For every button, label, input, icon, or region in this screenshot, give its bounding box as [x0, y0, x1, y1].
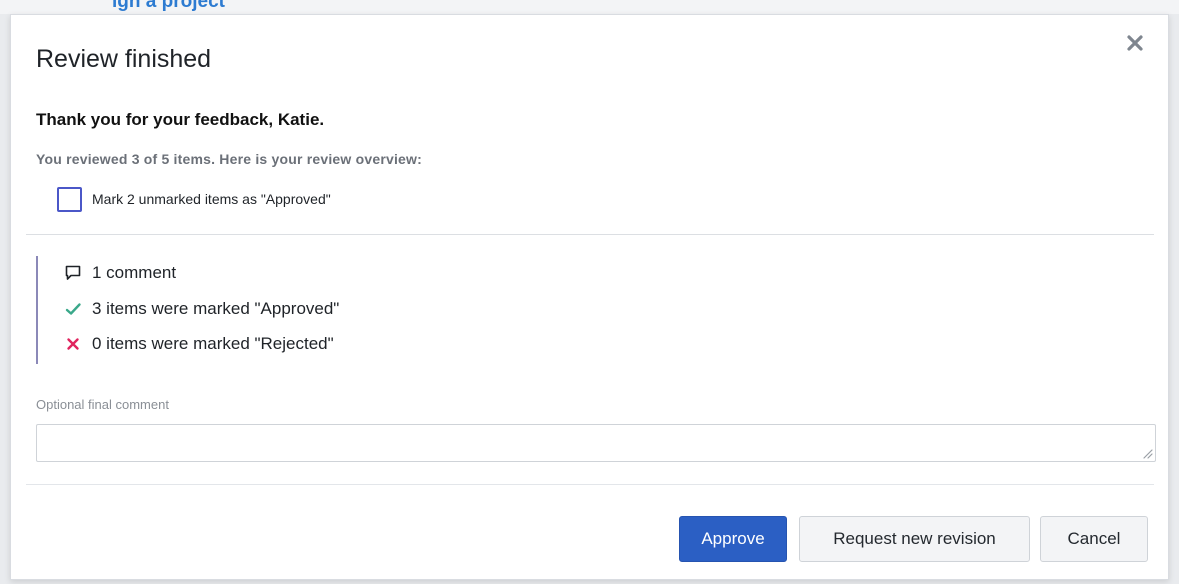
final-comment-label: Optional final comment: [36, 397, 169, 412]
background-link[interactable]: ign a project: [112, 0, 225, 13]
cross-icon: [64, 335, 82, 353]
mark-unmarked-approved-option[interactable]: Mark 2 unmarked items as "Approved": [57, 186, 331, 212]
summary-rejected-row: 0 items were marked "Rejected": [64, 332, 334, 356]
greeting-text: Thank you for your feedback, Katie.: [36, 110, 325, 129]
section-divider: [26, 234, 1154, 235]
summary-comments-text: 1 comment: [92, 263, 177, 282]
resize-grip-icon[interactable]: [1141, 447, 1153, 459]
summary-rejected-text: 0 items were marked "Rejected": [92, 334, 334, 353]
summary-approved-row: 3 items were marked "Approved": [64, 297, 339, 321]
request-revision-button[interactable]: Request new revision: [799, 516, 1030, 562]
review-summary: 1 comment 3 items were marked "Approved"…: [36, 256, 738, 364]
summary-comments-row: 1 comment: [64, 261, 176, 285]
final-comment-input[interactable]: [36, 424, 1156, 462]
mark-unmarked-checkbox[interactable]: [57, 186, 82, 212]
cancel-button[interactable]: Cancel: [1040, 516, 1148, 562]
comment-icon: [64, 264, 82, 282]
background-page-strip: ign a project: [0, 0, 1179, 14]
mark-unmarked-label: Mark 2 unmarked items as "Approved": [92, 191, 331, 207]
review-overview-text: You reviewed 3 of 5 items. Here is your …: [36, 151, 422, 167]
summary-approved-text: 3 items were marked "Approved": [92, 299, 340, 318]
checkmark-icon: [64, 300, 82, 318]
dialog-title: Review finished: [36, 45, 212, 73]
close-button[interactable]: [1122, 30, 1148, 56]
close-icon: [1127, 35, 1143, 51]
approve-button[interactable]: Approve: [679, 516, 787, 562]
footer-divider: [26, 484, 1154, 485]
